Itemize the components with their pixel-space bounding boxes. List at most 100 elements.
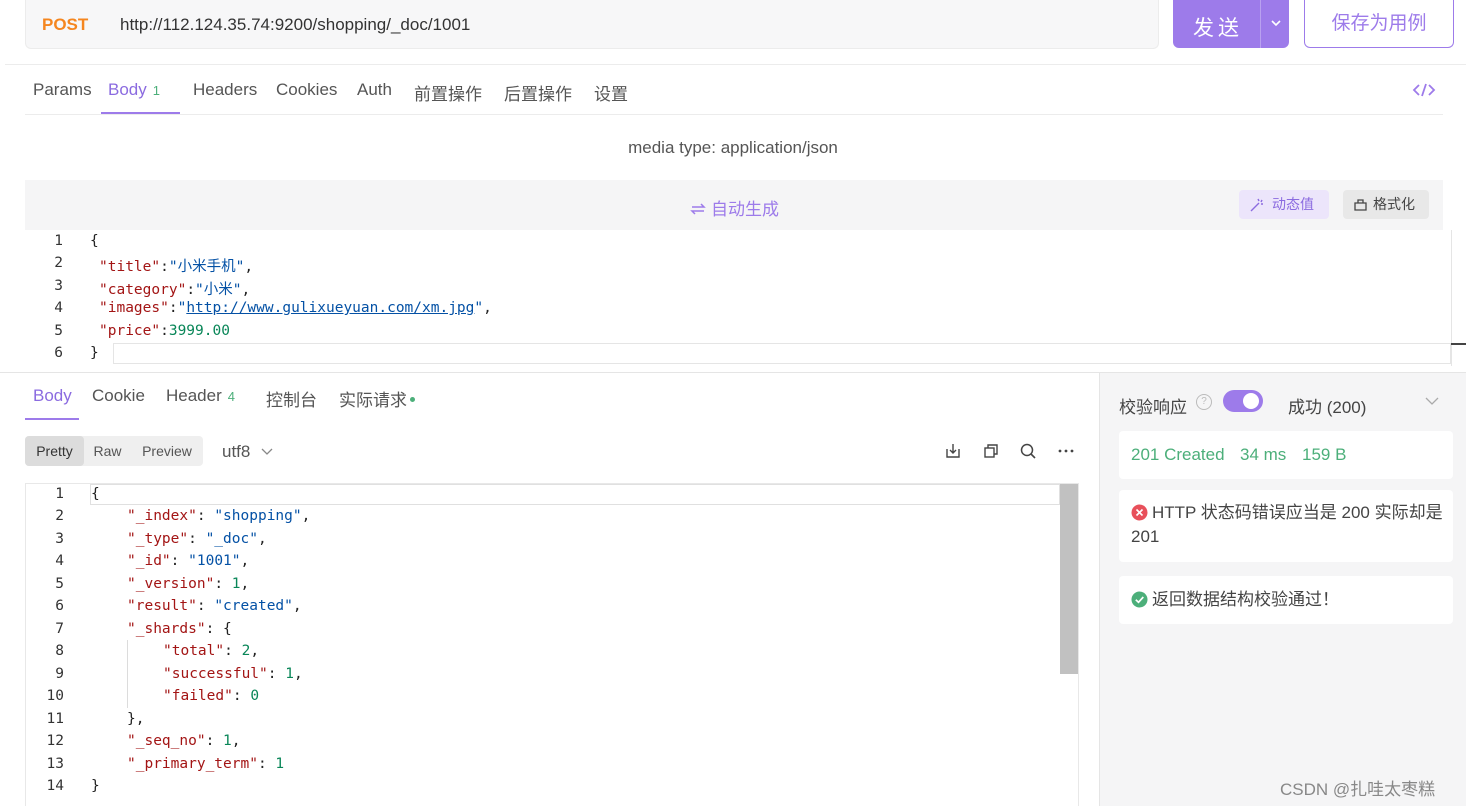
code-line: "successful": 1, [163, 666, 303, 682]
validation-success-message: 返回数据结构校验通过！ [1131, 588, 1443, 612]
validation-toggle[interactable] [1223, 390, 1263, 412]
encoding-select[interactable]: utf8 [222, 442, 273, 462]
auto-generate-button[interactable]: 自动生成 [25, 195, 1443, 220]
response-size: 159 B [1302, 445, 1347, 464]
code-line: { [91, 486, 100, 502]
validation-success-card: 返回数据结构校验通过！ [1119, 576, 1453, 624]
line-number: 12 [46, 733, 64, 749]
code-line: "title":"小米手机", [99, 259, 254, 275]
response-body-viewer[interactable]: 1 2 3 4 5 6 7 8 9 10 11 12 13 14 { "_ind… [25, 483, 1079, 806]
scrollbar-marker [1451, 343, 1466, 345]
tab-settings[interactable]: 设置 [594, 80, 628, 105]
code-line: "failed": 0 [163, 688, 260, 704]
chevron-down-icon[interactable] [1267, 14, 1285, 32]
line-number: 2 [54, 255, 63, 271]
code-line: "price":3999.00 [99, 323, 230, 339]
response-tab-actual-request[interactable]: 实际请求 [339, 386, 415, 411]
send-label: 发送 [1193, 17, 1243, 40]
url-bar[interactable]: POST http://112.124.35.74:9200/shopping/… [25, 0, 1159, 49]
magic-wand-icon [1250, 198, 1263, 212]
code-line: "_seq_no": 1, [127, 733, 241, 749]
validation-error-message: HTTP 状态码错误应当是 200 实际却是 201 [1131, 501, 1443, 549]
encoding-value: utf8 [222, 442, 251, 461]
line-number: 3 [54, 278, 63, 294]
http-method[interactable]: POST [42, 15, 88, 35]
more-icon[interactable] [1057, 442, 1075, 460]
format-button[interactable]: 格式化 [1343, 190, 1429, 219]
tab-pre-operations[interactable]: 前置操作 [414, 80, 482, 105]
line-number: 13 [46, 756, 64, 772]
success-text: 返回数据结构校验通过！ [1152, 590, 1339, 609]
line-number: 4 [54, 300, 63, 316]
response-tab-cookie[interactable]: Cookie [92, 386, 145, 406]
save-as-case-button[interactable]: 保存为用例 [1304, 0, 1454, 48]
dynamic-value-label: 动态值 [1272, 196, 1314, 212]
response-tab-console[interactable]: 控制台 [266, 386, 317, 411]
send-divider [1260, 0, 1261, 48]
search-icon[interactable] [1019, 442, 1037, 460]
line-number: 1 [54, 233, 63, 249]
line-number: 2 [55, 508, 64, 524]
header-count-badge: 4 [227, 389, 235, 404]
error-text: HTTP 状态码错误应当是 200 实际却是 201 [1131, 503, 1443, 546]
code-line: "_shards": { [127, 621, 232, 637]
help-icon[interactable]: ? [1196, 394, 1212, 410]
toggle-knob [1243, 393, 1259, 409]
validation-status-select[interactable]: 成功 (200) [1288, 393, 1366, 418]
code-line: "_id": "1001", [127, 553, 250, 569]
tab-body[interactable]: Body 1 [108, 80, 160, 100]
tab-params[interactable]: Params [33, 80, 92, 100]
line-number: 6 [55, 598, 64, 614]
chevron-down-icon[interactable] [1425, 397, 1439, 406]
code-line: { [90, 233, 99, 249]
copy-icon[interactable] [982, 442, 1000, 460]
code-line: "images":"http://www.gulixueyuan.com/xm.… [99, 300, 492, 316]
scrollbar[interactable] [1451, 230, 1466, 366]
line-number: 10 [46, 688, 64, 704]
active-tab-indicator [25, 418, 79, 420]
media-type-label: media type: application/json [628, 138, 838, 157]
line-number: 8 [55, 643, 64, 659]
response-time: 34 ms [1240, 445, 1287, 464]
view-mode-switch: Pretty Raw Preview [25, 436, 203, 466]
validation-panel: 校验响应 ? 成功 (200) 201 Created 34 ms 159 B … [1100, 373, 1466, 806]
scrollbar-thumb[interactable] [1060, 484, 1078, 674]
body-toolbar: 自动生成 动态值 格式化 [25, 180, 1443, 230]
watermark: CSDN @扎哇太枣糕 [1280, 780, 1436, 799]
response-tab-header[interactable]: Header 4 [166, 386, 235, 406]
tab-post-operations[interactable]: 后置操作 [504, 80, 572, 105]
line-number: 11 [46, 711, 64, 727]
chevron-down-icon [261, 448, 273, 455]
view-mode-pretty[interactable]: Pretty [25, 436, 84, 466]
response-tab-body[interactable]: Body [33, 386, 72, 406]
divider [25, 114, 1443, 115]
error-icon [1131, 504, 1148, 521]
code-line: } [91, 778, 100, 794]
line-number: 6 [54, 345, 63, 361]
code-line: }, [127, 711, 145, 727]
tab-headers[interactable]: Headers [193, 80, 257, 100]
code-line: } [90, 345, 99, 361]
tab-body-badge: 1 [152, 83, 160, 98]
divider [5, 64, 1466, 65]
status-dot [410, 397, 415, 402]
dynamic-value-button[interactable]: 动态值 [1239, 190, 1329, 219]
send-button[interactable]: 发送 [1173, 0, 1289, 48]
line-number: 1 [55, 486, 64, 502]
code-icon[interactable] [1412, 82, 1436, 98]
code-line: "_index": "shopping", [127, 508, 311, 524]
format-icon [1354, 199, 1367, 211]
image-url-link[interactable]: http://www.gulixueyuan.com/xm.jpg [186, 300, 474, 316]
view-mode-preview[interactable]: Preview [131, 436, 203, 466]
validation-title: 校验响应 [1119, 398, 1187, 417]
request-body-editor[interactable]: 1 2 3 4 5 6 { "title":"小米手机", "category"… [25, 230, 1466, 366]
swap-icon [690, 203, 706, 215]
tab-cookies[interactable]: Cookies [276, 80, 337, 100]
view-mode-raw[interactable]: Raw [84, 436, 131, 466]
auto-generate-label: 自动生成 [711, 200, 779, 219]
download-icon[interactable] [944, 442, 962, 460]
url-input[interactable]: http://112.124.35.74:9200/shopping/_doc/… [120, 15, 470, 35]
line-number: 5 [54, 323, 63, 339]
tab-auth[interactable]: Auth [357, 80, 392, 100]
line-number: 4 [55, 553, 64, 569]
